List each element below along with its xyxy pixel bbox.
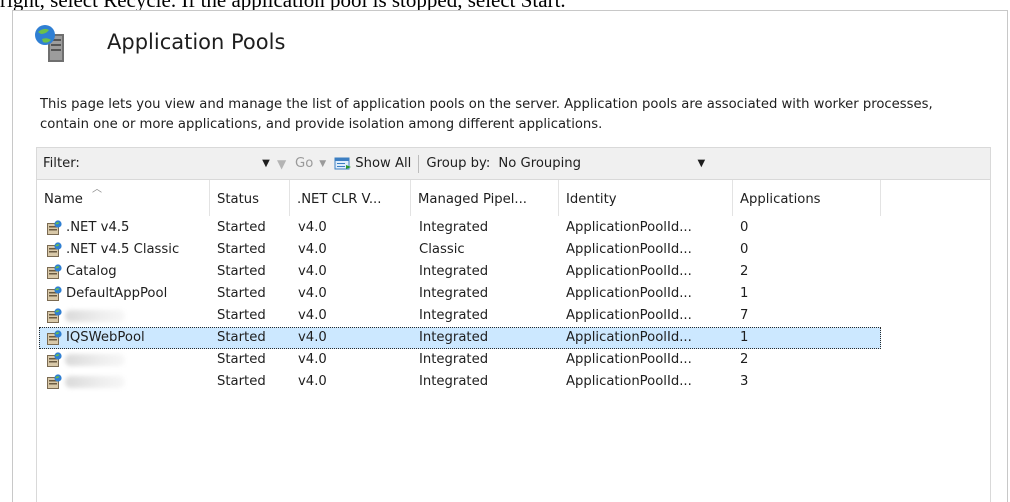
pool-name: Catalog (66, 264, 117, 279)
go-button[interactable]: Go (295, 156, 313, 171)
pool-status: Started (217, 308, 266, 323)
application-pool-icon (47, 264, 62, 279)
pool-status: Started (217, 220, 266, 235)
go-dropdown-icon[interactable]: ▼ (319, 159, 326, 169)
pool-identity: ApplicationPoolId... (566, 352, 692, 367)
pool-name: IQSWebPool (66, 330, 145, 345)
table-row[interactable]: .NET v4.5 Started v4.0 Integrated Applicatio… (37, 217, 992, 239)
filter-input[interactable] (97, 151, 235, 176)
funnel-icon: ▼ (277, 156, 287, 171)
column-header-clr-version[interactable]: .NET CLR V... (290, 180, 411, 216)
pool-pipeline: Integrated (419, 308, 489, 323)
filter-dropdown-icon[interactable]: ▼ (259, 158, 273, 169)
pool-pipeline: Integrated (419, 264, 489, 279)
pool-identity: ApplicationPoolId... (566, 330, 692, 345)
column-header-name-label: Name (44, 192, 83, 207)
column-header-applications[interactable]: Applications (733, 180, 881, 216)
pool-identity: ApplicationPoolId... (566, 264, 692, 279)
pool-status: Started (217, 242, 266, 257)
pool-pipeline: Integrated (419, 352, 489, 367)
pool-clr: v4.0 (298, 308, 327, 323)
pool-status: Started (217, 374, 266, 389)
filter-label: Filter: (43, 156, 80, 171)
pool-apps: 0 (740, 220, 749, 235)
column-header-managed-pipeline[interactable]: Managed Pipel... (411, 180, 559, 216)
pool-identity: ApplicationPoolId... (566, 374, 692, 389)
list-header: Name ︿ Status .NET CLR V... Managed Pipe… (37, 180, 992, 216)
pool-identity: ApplicationPoolId... (566, 286, 692, 301)
column-header-name[interactable]: Name ︿ (37, 180, 210, 216)
pool-status: Started (217, 286, 266, 301)
pool-identity: ApplicationPoolId... (566, 242, 692, 257)
pool-apps: 2 (740, 352, 749, 367)
page-caption: right, select Recycle. If the applicatio… (0, 0, 1010, 10)
pool-name: .NET v4.5 Classic (66, 242, 180, 257)
pool-apps: 3 (740, 374, 749, 389)
redacted-pool-name (65, 310, 125, 322)
pool-status: Started (217, 352, 266, 367)
table-row[interactable]: IQSWebPool Started v4.0 Integrated Applicati… (37, 327, 992, 349)
show-all-icon (334, 157, 352, 169)
pool-apps: 1 (740, 286, 749, 301)
group-by-dropdown-icon[interactable]: ▼ (694, 158, 708, 169)
table-row[interactable]: .NET v4.5 Classic Started v4.0 Classic Appli… (37, 239, 992, 261)
pool-identity: ApplicationPoolId... (566, 308, 692, 323)
pool-name: .NET v4.5 (66, 220, 130, 235)
redacted-pool-name (65, 376, 125, 388)
pool-apps: 7 (740, 308, 749, 323)
pool-pipeline: Integrated (419, 220, 489, 235)
pool-name: DefaultAppPool (66, 286, 168, 301)
pool-clr: v4.0 (298, 242, 327, 257)
application-pool-icon (47, 242, 62, 257)
column-header-status[interactable]: Status (210, 180, 290, 216)
application-pool-icon (47, 308, 62, 323)
group-by-label: Group by: (426, 156, 491, 171)
pool-identity: ApplicationPoolId... (566, 220, 692, 235)
toolbar-separator (418, 154, 420, 173)
pool-apps: 0 (740, 242, 749, 257)
pool-pipeline: Integrated (419, 286, 489, 301)
application-pool-icon (47, 330, 62, 345)
pool-status: Started (217, 264, 266, 279)
pool-status: Started (217, 330, 266, 345)
application-pool-icon (47, 352, 62, 367)
redacted-pool-name (65, 354, 125, 366)
application-pool-icon (47, 374, 62, 389)
pool-clr: v4.0 (298, 330, 327, 345)
pool-apps: 2 (740, 264, 749, 279)
page-title: Application Pools (107, 30, 286, 54)
pool-clr: v4.0 (298, 352, 327, 367)
show-all-button[interactable]: Show All (355, 156, 411, 171)
application-pools-list: Name ︿ Status .NET CLR V... Managed Pipe… (36, 180, 991, 502)
pool-clr: v4.0 (298, 220, 327, 235)
pool-pipeline: Integrated (419, 374, 489, 389)
page-description: This page lets you view and manage the l… (40, 97, 933, 132)
application-pool-icon (47, 220, 62, 235)
pool-clr: v4.0 (298, 374, 327, 389)
pool-pipeline: Integrated (419, 330, 489, 345)
table-row[interactable]: Started v4.0 Integrated ApplicationPoolId..… (37, 371, 992, 393)
application-pool-icon (47, 286, 62, 301)
pool-clr: v4.0 (298, 286, 327, 301)
application-pools-icon (35, 25, 64, 62)
table-row[interactable]: Catalog Started v4.0 Integrated ApplicationP… (37, 261, 992, 283)
table-row[interactable]: Started v4.0 Integrated ApplicationPoolId..… (37, 305, 992, 327)
pool-clr: v4.0 (298, 264, 327, 279)
pool-pipeline: Classic (419, 242, 465, 257)
table-row[interactable]: DefaultAppPool Started v4.0 Integrated Appli… (37, 283, 992, 305)
filter-toolbar: Filter: ▼ ▼ Go ▼ Show All Group by: No G… (36, 147, 991, 180)
table-row[interactable]: Started v4.0 Integrated ApplicationPoolId..… (37, 349, 992, 371)
pool-apps: 1 (740, 330, 749, 345)
group-by-select[interactable]: No Grouping (498, 156, 694, 171)
sort-ascending-icon: ︿ (92, 184, 102, 195)
column-header-identity[interactable]: Identity (559, 180, 733, 216)
